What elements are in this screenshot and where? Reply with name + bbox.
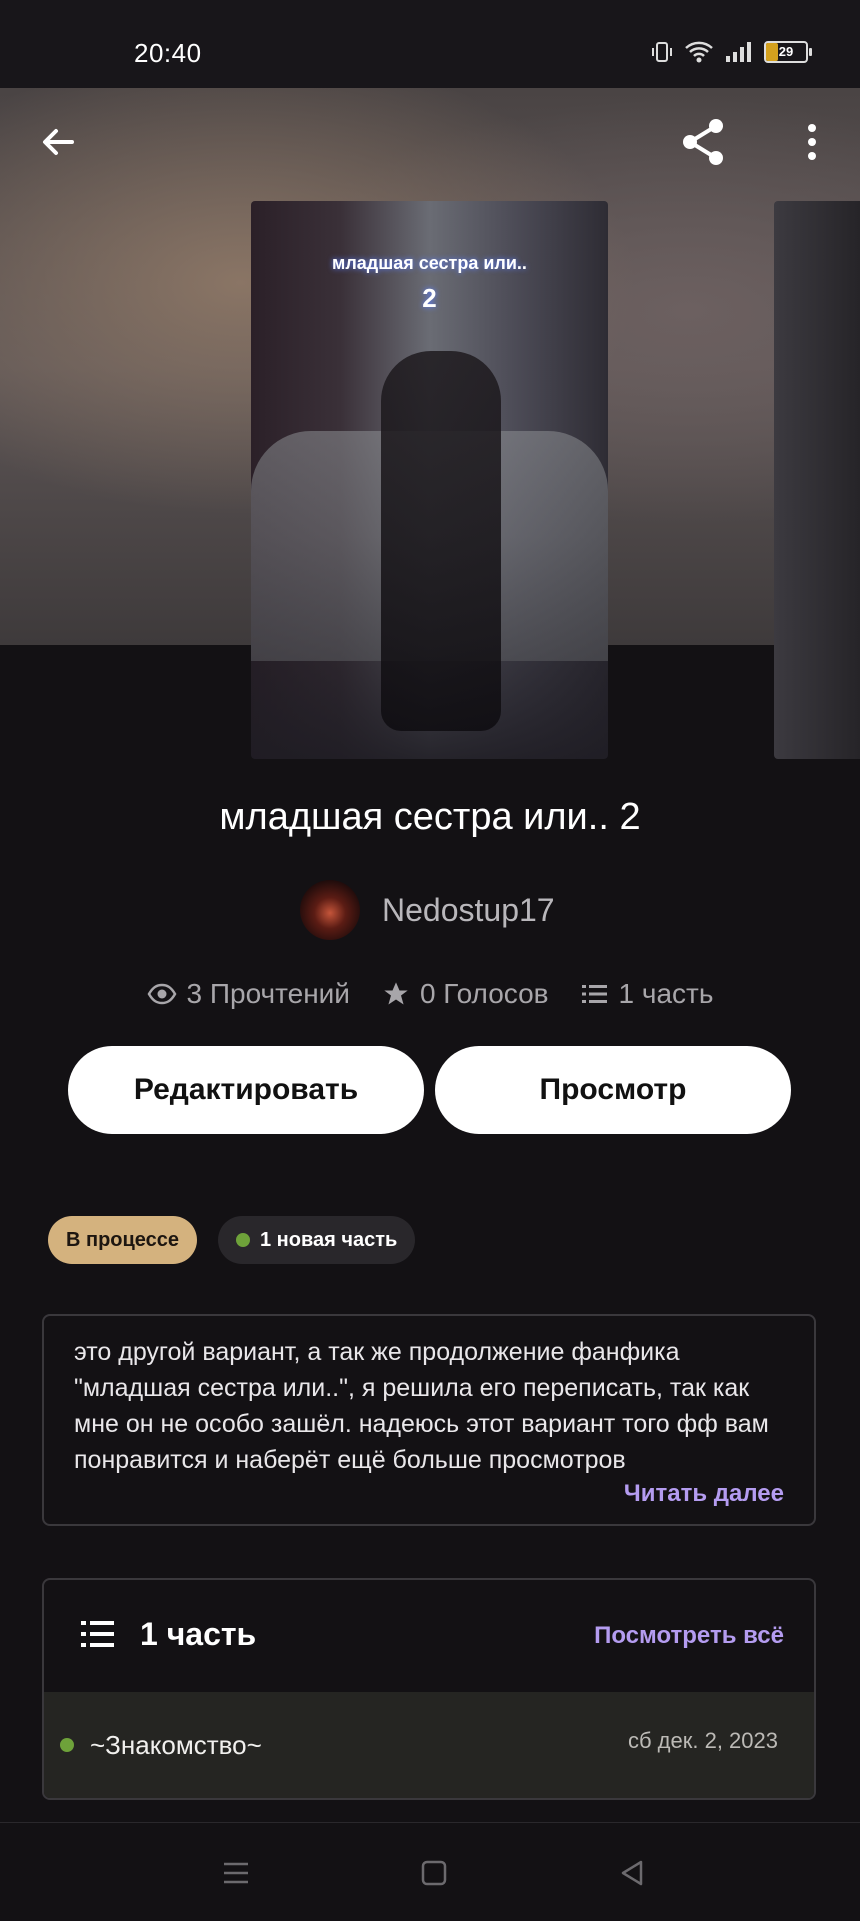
story-cover[interactable]: младшая сестра или.. 2 <box>251 201 608 759</box>
part-date: сб дек. 2, 2023 <box>627 1728 778 1753</box>
list-icon <box>581 985 607 1003</box>
reads-count: 3 Прочтений <box>186 978 350 1009</box>
parts-stat: 1 часть <box>581 978 714 1010</box>
star-icon <box>384 982 408 1005</box>
wifi-icon <box>685 41 713 63</box>
vibrate-icon <box>652 42 672 62</box>
cover-number-text: 2 <box>422 283 437 313</box>
read-more-link[interactable]: Читать далее <box>624 1480 784 1508</box>
square-icon <box>421 1860 447 1886</box>
edit-button[interactable]: Редактировать <box>68 1046 424 1134</box>
reads-stat: 3 Прочтений <box>147 978 350 1010</box>
see-all-link[interactable]: Посмотреть всё <box>594 1622 784 1650</box>
status-time: 20:40 <box>134 38 202 68</box>
parts-card: 1 часть Посмотреть всё ~Знакомство~ сб д… <box>42 1578 816 1800</box>
votes-stat: 0 Голосов <box>382 978 549 1010</box>
cover-title-text: младшая сестра или.. <box>332 253 527 273</box>
author-row[interactable]: Nedostup17 <box>300 880 555 940</box>
part-title: ~Знакомство~ <box>90 1730 262 1760</box>
cover-figure-shape <box>381 351 501 731</box>
system-nav-bar <box>0 1822 860 1921</box>
author-name[interactable]: Nedostup17 <box>382 892 555 929</box>
menu-lines-icon <box>224 1862 248 1884</box>
next-cover-preview[interactable] <box>774 201 860 759</box>
share-icon <box>683 119 723 165</box>
preview-button[interactable]: Просмотр <box>435 1046 791 1134</box>
story-stats: 3 Прочтений 0 Голосов 1 часть <box>0 978 860 1010</box>
more-vertical-icon <box>808 124 816 160</box>
back-button[interactable] <box>28 112 88 172</box>
list-icon <box>81 1621 114 1647</box>
parts-header: 1 часть Посмотреть всё <box>44 1580 814 1692</box>
description-text: это другой вариант, а так же продолжение… <box>74 1338 769 1474</box>
description-card: это другой вариант, а так же продолжение… <box>42 1314 816 1526</box>
story-title: младшая сестра или.. 2 <box>219 796 641 838</box>
votes-count: 0 Голосов <box>419 978 549 1009</box>
status-badge: В процессе <box>48 1216 198 1264</box>
home-button[interactable] <box>410 1849 458 1897</box>
new-part-label: 1 новая часть <box>260 1228 398 1251</box>
status-icons: 29 <box>650 40 812 64</box>
arrow-left-icon <box>43 129 74 155</box>
parts-count: 1 часть <box>618 978 714 1009</box>
author-avatar[interactable] <box>300 880 360 940</box>
part-list-item[interactable]: ~Знакомство~ сб дек. 2, 2023 <box>44 1692 814 1798</box>
triangle-back-icon <box>621 1860 643 1886</box>
system-back-button[interactable] <box>608 1849 656 1897</box>
share-button[interactable] <box>674 112 734 172</box>
eye-icon <box>147 983 176 1005</box>
green-dot-icon <box>236 1233 250 1247</box>
new-part-dot-icon <box>60 1738 74 1752</box>
new-part-badge: 1 новая часть <box>218 1216 416 1264</box>
signal-icon <box>726 42 751 62</box>
more-options-button[interactable] <box>782 112 842 172</box>
parts-title: 1 часть <box>140 1616 257 1652</box>
battery-icon: 29 <box>764 41 812 63</box>
recent-apps-button[interactable] <box>212 1849 260 1897</box>
status-bar: 20:40 29 <box>0 0 860 88</box>
